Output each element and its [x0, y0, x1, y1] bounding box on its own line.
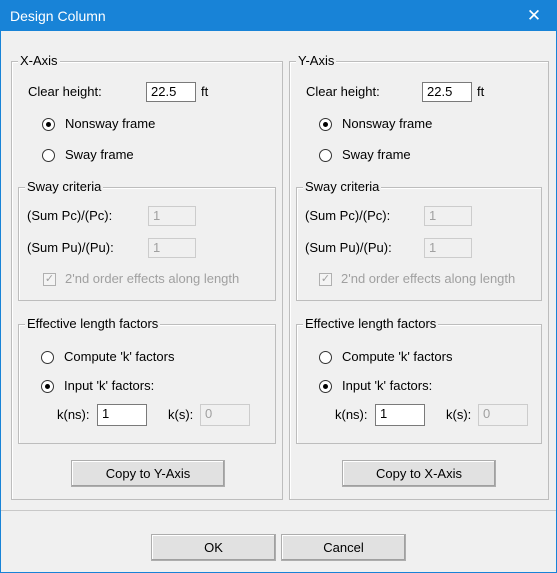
x-pc-input[interactable]: 1 — [148, 206, 196, 226]
cancel-button[interactable]: Cancel — [281, 534, 406, 561]
x-compute-k-radio[interactable] — [41, 351, 54, 364]
y-sway-criteria-group: Sway criteria (Sum Pc)/(Pc): 1 (Sum Pu)/… — [296, 179, 542, 301]
y-input-k-radio[interactable] — [319, 380, 332, 393]
x-kns-input[interactable]: 1 — [97, 404, 147, 426]
y-pu-label: (Sum Pu)/(Pu): — [305, 240, 392, 255]
x-input-k-radio[interactable] — [41, 380, 54, 393]
y-nonsway-radio[interactable] — [319, 118, 332, 131]
x-ks-label: k(s): — [168, 407, 194, 422]
y-clear-height-unit: ft — [477, 84, 485, 99]
x-nonsway-radio[interactable] — [42, 118, 55, 131]
y-nonsway-label[interactable]: Nonsway frame — [342, 116, 432, 131]
x-axis-legend: X-Axis — [18, 53, 60, 68]
window-title: Design Column — [10, 8, 106, 24]
x-input-k-label[interactable]: Input 'k' factors: — [64, 378, 154, 393]
y-input-k-label[interactable]: Input 'k' factors: — [342, 378, 432, 393]
y-ks-label: k(s): — [446, 407, 472, 422]
y-clear-height-input[interactable]: 22.5 — [422, 82, 472, 102]
y-pu-input[interactable]: 1 — [424, 238, 472, 258]
y-effective-length-group: Effective length factors Compute 'k' fac… — [296, 316, 542, 444]
y-axis-legend: Y-Axis — [296, 53, 337, 68]
y-sway-label[interactable]: Sway frame — [342, 147, 411, 162]
ok-button[interactable]: OK — [151, 534, 276, 561]
x-ks-input[interactable]: 0 — [200, 404, 250, 426]
x-pu-label: (Sum Pu)/(Pu): — [27, 240, 114, 255]
title-bar[interactable]: Design Column ✕ — [1, 1, 556, 31]
x-clear-height-input[interactable]: 22.5 — [146, 82, 196, 102]
footer-separator — [1, 510, 556, 511]
x-pc-label: (Sum Pc)/(Pc): — [27, 208, 113, 223]
close-icon[interactable]: ✕ — [512, 1, 556, 31]
x-clear-height-label: Clear height: — [28, 84, 102, 99]
y-clear-height-label: Clear height: — [306, 84, 380, 99]
x-pu-input[interactable]: 1 — [148, 238, 196, 258]
y-kns-label: k(ns): — [335, 407, 368, 422]
design-column-dialog: Design Column ✕ X-Axis Clear height: 22.… — [0, 0, 557, 573]
y-second-order-checkbox[interactable]: ✓ — [319, 273, 332, 286]
x-second-order-label[interactable]: 2'nd order effects along length — [65, 271, 239, 286]
dialog-body: X-Axis Clear height: 22.5 ft Nonsway fra… — [1, 31, 556, 572]
x-axis-group: X-Axis Clear height: 22.5 ft Nonsway fra… — [11, 53, 283, 500]
copy-to-x-axis-button[interactable]: Copy to X-Axis — [342, 460, 496, 487]
x-sway-label[interactable]: Sway frame — [65, 147, 134, 162]
y-kns-input[interactable]: 1 — [375, 404, 425, 426]
x-clear-height-unit: ft — [201, 84, 209, 99]
x-compute-k-label[interactable]: Compute 'k' factors — [64, 349, 174, 364]
x-nonsway-label[interactable]: Nonsway frame — [65, 116, 155, 131]
x-sway-radio[interactable] — [42, 149, 55, 162]
y-effective-length-legend: Effective length factors — [303, 316, 439, 331]
x-effective-length-legend: Effective length factors — [25, 316, 161, 331]
x-effective-length-group: Effective length factors Compute 'k' fac… — [18, 316, 276, 444]
y-ks-input[interactable]: 0 — [478, 404, 528, 426]
y-compute-k-radio[interactable] — [319, 351, 332, 364]
x-second-order-checkbox[interactable]: ✓ — [43, 273, 56, 286]
y-pc-label: (Sum Pc)/(Pc): — [305, 208, 391, 223]
y-axis-group: Y-Axis Clear height: 22.5 ft Nonsway fra… — [289, 53, 549, 500]
y-second-order-label[interactable]: 2'nd order effects along length — [341, 271, 515, 286]
y-compute-k-label[interactable]: Compute 'k' factors — [342, 349, 452, 364]
x-sway-criteria-group: Sway criteria (Sum Pc)/(Pc): 1 (Sum Pu)/… — [18, 179, 276, 301]
y-sway-criteria-legend: Sway criteria — [303, 179, 382, 194]
x-sway-criteria-legend: Sway criteria — [25, 179, 104, 194]
y-pc-input[interactable]: 1 — [424, 206, 472, 226]
x-kns-label: k(ns): — [57, 407, 90, 422]
y-sway-radio[interactable] — [319, 149, 332, 162]
copy-to-y-axis-button[interactable]: Copy to Y-Axis — [71, 460, 225, 487]
